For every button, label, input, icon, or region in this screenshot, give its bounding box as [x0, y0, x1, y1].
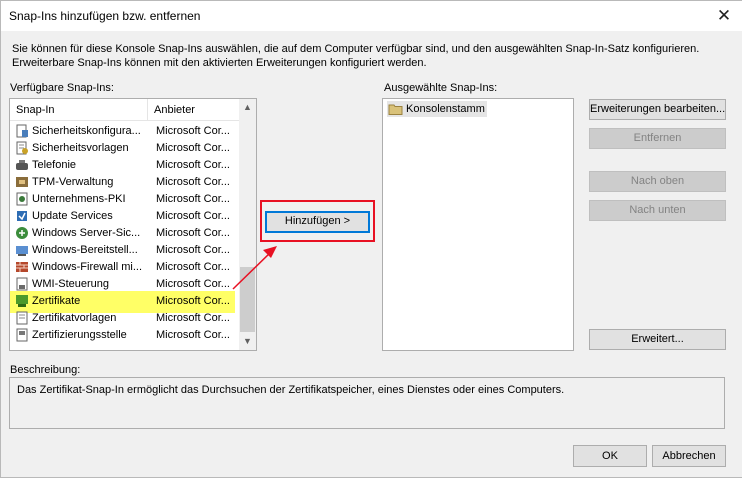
edit-extensions-button[interactable]: Erweiterungen bearbeiten...: [589, 99, 726, 120]
move-up-button[interactable]: Nach oben: [589, 171, 726, 192]
snapin-dialog: Snap-Ins hinzufügen bzw. entfernen ✕ Sie…: [0, 0, 742, 478]
ok-button[interactable]: OK: [573, 445, 647, 467]
description-text: Das Zertifikat-Snap-In ermöglicht das Du…: [17, 384, 565, 396]
move-down-button[interactable]: Nach unten: [589, 200, 726, 221]
cancel-button[interactable]: Abbrechen: [652, 445, 726, 467]
advanced-button[interactable]: Erweitert...: [589, 329, 726, 350]
description-box: Das Zertifikat-Snap-In ermöglicht das Du…: [9, 377, 725, 429]
remove-button[interactable]: Entfernen: [589, 128, 726, 149]
description-label: Beschreibung:: [10, 364, 81, 376]
